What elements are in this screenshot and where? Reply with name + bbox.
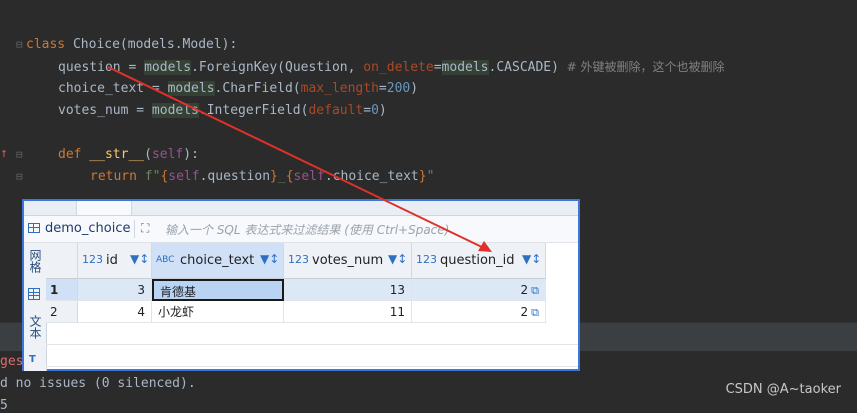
console-line: 5 [0,398,8,413]
column-header-question-id[interactable]: 123 question_id ▼↕ [412,243,546,279]
table-cell[interactable]: 小龙虾 [152,301,284,323]
expand-filter-icon[interactable]: ⛶ [141,221,156,236]
console-line: d no issues (0 silenced). [0,376,196,391]
text-type-icon: ABC [156,255,175,265]
row-number[interactable]: 2 [46,301,78,323]
column-name: id [106,253,118,268]
numeric-type-icon: 123 [288,253,309,266]
tab-grid[interactable]: 网格 [26,249,44,273]
override-arrow-icon[interactable]: ↑ [0,146,8,161]
text-icon[interactable]: T [29,354,36,365]
code-line-def-str: def __str__(self): [58,147,199,162]
result-grid[interactable]: 123 id ▼↕ ABC choice_text ▼↕ 123 votes_n… [46,243,578,371]
filter-sort-icon[interactable]: ▼↕ [522,252,541,266]
table-cell[interactable]: 2 ⧉ [412,301,546,323]
table-cell[interactable]: 13 [284,279,412,301]
numeric-type-icon: 123 [416,253,437,266]
fold-marker-icon[interactable]: ⊟ [16,38,23,51]
console-line: ges [0,354,24,369]
column-name: votes_num [312,253,384,268]
filter-sort-icon[interactable]: ▼↕ [260,252,279,266]
open-reference-icon[interactable]: ⧉ [531,284,539,297]
code-line-return: return f"{self.question}_{self.choice_te… [90,169,435,184]
code-line-question: question = models.ForeignKey(Question, o… [58,60,725,75]
panel-tab[interactable] [76,201,132,215]
fold-marker-icon[interactable]: ⊟ [16,148,23,161]
empty-row [46,323,578,345]
table-cell-selected[interactable]: 肯德基 [152,279,284,301]
db-table-viewer[interactable]: demo_choice ⛶ 输入一个 SQL 表达式来过滤结果 (使用 Ctrl… [22,199,580,371]
table-cell[interactable]: 4 [78,301,152,323]
filter-toolbar: demo_choice ⛶ 输入一个 SQL 表达式来过滤结果 (使用 Ctrl… [24,216,578,243]
filter-sort-icon[interactable]: ▼↕ [130,252,149,266]
fold-marker-icon[interactable]: ⊟ [16,170,23,183]
filter-input[interactable]: 输入一个 SQL 表达式来过滤结果 (使用 Ctrl+Space) [165,221,449,238]
cell-value: 2 [520,305,529,319]
table-cell[interactable]: 2 ⧉ [412,279,546,301]
row-number[interactable]: 1 [46,279,78,301]
column-name: question_id [440,253,515,268]
empty-row [46,345,578,367]
tab-text[interactable]: 文本 [26,315,44,339]
column-header-id[interactable]: 123 id ▼↕ [78,243,152,279]
table-cell[interactable]: 11 [284,301,412,323]
table-cell[interactable]: 3 [78,279,152,301]
code-line-class: class Choice(models.Model): [26,37,238,52]
divider [134,220,135,238]
grid-icon[interactable] [28,288,40,300]
numeric-type-icon: 123 [82,253,103,266]
column-header-votes-num[interactable]: 123 votes_num ▼↕ [284,243,412,279]
column-header-choice-text[interactable]: ABC choice_text ▼↕ [152,243,284,279]
table-icon [28,223,40,233]
code-line-votes-num: votes_num = models.IntegerField(default=… [58,103,387,118]
column-name: choice_text [180,253,255,268]
filter-sort-icon[interactable]: ▼↕ [388,252,407,266]
watermark: CSDN @A~taoker [725,382,841,397]
open-reference-icon[interactable]: ⧉ [531,306,539,319]
row-number-header [46,243,78,279]
table-name[interactable]: demo_choice [45,221,130,236]
cell-value: 2 [520,283,529,297]
view-mode-sidebar: 网格 文本 T [24,243,47,371]
code-line-choice-text: choice_text = models.CharField(max_lengt… [58,81,419,96]
